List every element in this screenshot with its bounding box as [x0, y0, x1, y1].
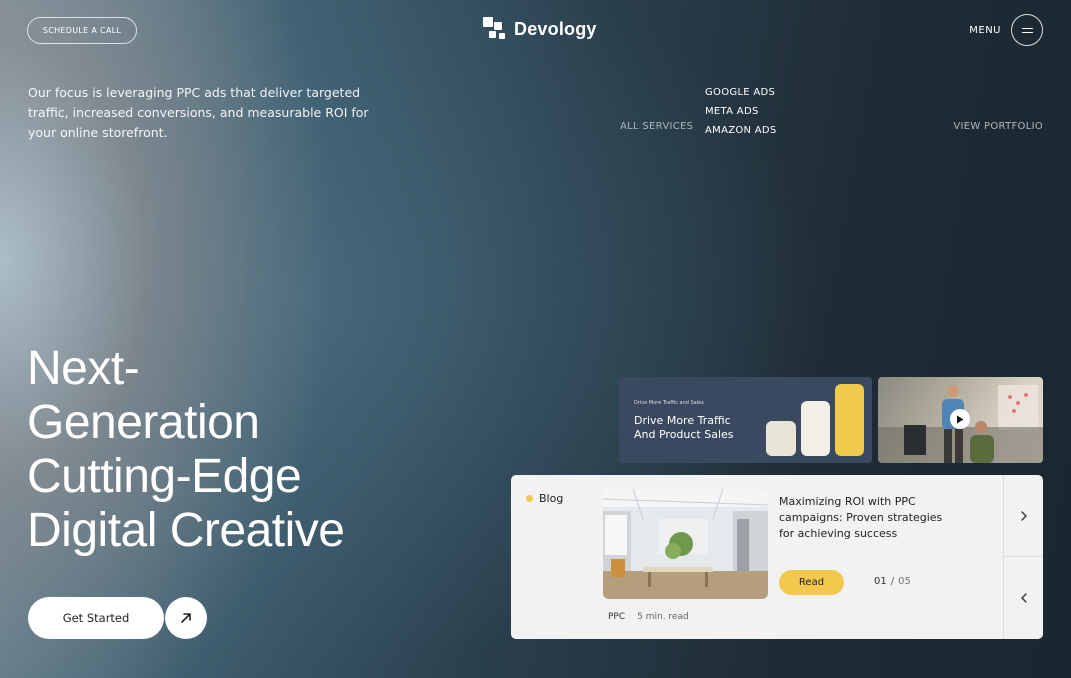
hero-title: Next- Generation Cutting-Edge Digital Cr… [27, 342, 447, 558]
brand-name: Devology [514, 18, 597, 39]
hero-line-2: Generation [27, 396, 260, 449]
hamburger-icon[interactable] [1011, 14, 1043, 46]
blog-read-time: 5 min. read [637, 612, 689, 622]
blog-title[interactable]: Maximizing ROI with PPC campaigns: Prove… [779, 494, 949, 542]
hero-line-1: Next- [27, 342, 140, 395]
view-portfolio-link[interactable]: VIEW PORTFOLIO [953, 121, 1043, 132]
pager-total: 05 [898, 576, 911, 587]
promo-caption: Drive More Traffic and Sales [634, 400, 704, 406]
blog-tag-label: Blog [539, 492, 564, 505]
hero-line-3: Cutting-Edge [27, 450, 302, 503]
service-google-ads[interactable]: GOOGLE ADS [705, 83, 777, 102]
next-button[interactable] [1004, 475, 1043, 557]
chevron-right-icon [1021, 510, 1027, 521]
blog-tag: Blog [526, 492, 563, 505]
blog-meta: PPC 5 min. read [608, 612, 689, 622]
blog-category: PPC [608, 612, 626, 622]
play-icon [957, 415, 964, 423]
office-interior-image [603, 489, 768, 599]
promo-title: Drive More Traffic And Product Sales [634, 414, 734, 441]
arrow-up-right-icon [181, 613, 191, 623]
video-thumbnail[interactable] [878, 377, 1043, 463]
schedule-call-button[interactable]: SCHEDULE A CALL [27, 17, 137, 44]
brand-logo[interactable]: Devology [483, 17, 597, 41]
services-list: GOOGLE ADS META ADS AMAZON ADS [705, 83, 777, 140]
blog-nav [1003, 475, 1043, 639]
hero-line-4: Digital Creative [27, 504, 345, 557]
arrow-up-right-button[interactable] [165, 597, 207, 639]
intro-text: Our focus is leveraging PPC ads that del… [28, 85, 369, 140]
pager-current: 01 [874, 576, 887, 587]
promo-bar-2 [801, 401, 830, 456]
read-button[interactable]: Read [779, 570, 844, 595]
blog-image[interactable] [603, 489, 768, 599]
promo-card[interactable]: Drive More Traffic and Sales Drive More … [619, 377, 872, 463]
promo-bar-3 [835, 384, 864, 456]
pager-separator: / [890, 576, 895, 587]
blog-card: Blog Maximizing ROI with PPC campaigns: … [511, 475, 1043, 639]
service-amazon-ads[interactable]: AMAZON ADS [705, 121, 777, 140]
play-button[interactable] [950, 409, 970, 429]
service-meta-ads[interactable]: META ADS [705, 102, 777, 121]
all-services-link[interactable]: ALL SERVICES [620, 121, 693, 132]
yellow-dot-icon [526, 495, 533, 502]
menu-label: MENU [969, 24, 1001, 36]
logo-icon [483, 17, 507, 41]
prev-button[interactable] [1004, 557, 1043, 639]
get-started-button[interactable]: Get Started [28, 597, 164, 639]
blog-pager: 01/05 [874, 576, 911, 587]
menu-toggle[interactable]: MENU [969, 14, 1043, 46]
chevron-left-icon [1021, 593, 1027, 603]
promo-bar-1 [766, 421, 796, 456]
